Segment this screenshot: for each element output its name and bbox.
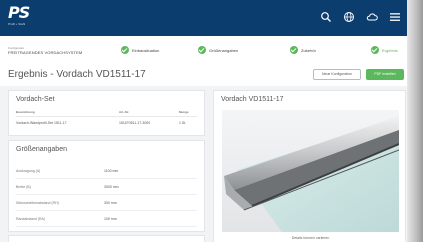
app-window: PS Profil + Stahl Konfigurator FREITRAGE…: [0, 0, 410, 242]
set-designation: Vordach-Wandprofil-Set 1511-17: [16, 121, 67, 125]
check-icon: [290, 46, 298, 54]
table-row: Stützscheibenabstand (RH) 300 mm: [16, 197, 197, 211]
size-label: Randabstand (RA): [16, 217, 45, 221]
header-icons: [319, 10, 402, 24]
set-title: Vordach-Set: [16, 96, 55, 103]
step-label: Größenangaben: [209, 47, 239, 53]
next-card: [8, 235, 205, 242]
step-label: Ergebnis: [382, 47, 398, 53]
set-article-number: 1511F0511-17-3000: [119, 121, 151, 125]
set-card: Vordach-Set Bezeichnung Art.-Nr. Menge V…: [8, 90, 205, 136]
table-row: Breite (B) 3000 mm: [16, 181, 197, 195]
menu-icon[interactable]: [388, 10, 402, 24]
column-header: Bezeichnung: [16, 110, 35, 114]
new-configuration-button[interactable]: Neue Konfiguration: [313, 69, 361, 80]
size-value: 1100 mm: [104, 169, 119, 173]
sizes-card: Größenangaben Auskragung (A) 1100 mm Bre…: [8, 140, 205, 232]
size-label: Auskragung (A): [16, 169, 41, 173]
size-value: 3000 mm: [104, 185, 119, 189]
divider: [16, 116, 197, 117]
sizes-title: Größenangaben: [16, 146, 67, 153]
title-bar: Ergebnis - Vordach VD1511-17 Neue Konfig…: [0, 64, 410, 86]
page-title: Ergebnis - Vordach VD1511-17: [8, 69, 146, 80]
create-pdf-button[interactable]: PDF erstellen: [366, 69, 404, 80]
logo-tagline: Profil + Stahl: [8, 22, 26, 26]
top-header: PS Profil + Stahl: [0, 0, 410, 36]
check-icon: [121, 46, 129, 54]
table-row: Auskragung (A) 1100 mm: [16, 165, 197, 179]
brand-logo[interactable]: PS Profil + Stahl: [8, 5, 44, 31]
step-groessenangaben[interactable]: Größenangaben: [198, 46, 238, 54]
preview-title: Vordach VD1511-17: [221, 96, 284, 103]
step-ergebnis[interactable]: Ergebnis: [371, 46, 398, 54]
step-einbausituation[interactable]: Einbausituation: [121, 46, 159, 54]
configurator-info: Konfigurator FREITRAGENDES VORDACHSYSTEM: [8, 46, 82, 55]
table-row: Randabstand (RA) 100 mm: [16, 213, 197, 227]
set-quantity: 1 St.: [179, 121, 187, 125]
globe-icon[interactable]: [342, 10, 356, 24]
device-frame-edge: [407, 0, 423, 242]
step-label: Zubehör: [301, 47, 316, 53]
size-value: 100 mm: [104, 217, 117, 221]
column-header: Menge: [179, 110, 189, 114]
size-label: Breite (B): [16, 185, 31, 189]
configurator-name: FREITRAGENDES VORDACHSYSTEM: [8, 50, 83, 55]
product-image: [222, 110, 400, 232]
step-label: Einbausituation: [132, 47, 160, 53]
check-icon: [198, 46, 206, 54]
search-icon[interactable]: [319, 10, 333, 24]
logo-mark: PS: [8, 3, 30, 22]
size-value: 300 mm: [104, 201, 117, 205]
image-caption: Details können variieren: [291, 236, 330, 240]
check-icon: [371, 46, 379, 54]
step-zubehoer[interactable]: Zubehör: [290, 46, 316, 54]
cloud-icon[interactable]: [365, 10, 379, 24]
progress-stepper: Konfigurator FREITRAGENDES VORDACHSYSTEM…: [0, 36, 410, 64]
preview-card: Vordach VD1511-17 Details können variier…: [213, 90, 406, 242]
column-header: Art.-Nr.: [119, 110, 130, 114]
size-label: Stützscheibenabstand (RH): [16, 201, 59, 205]
